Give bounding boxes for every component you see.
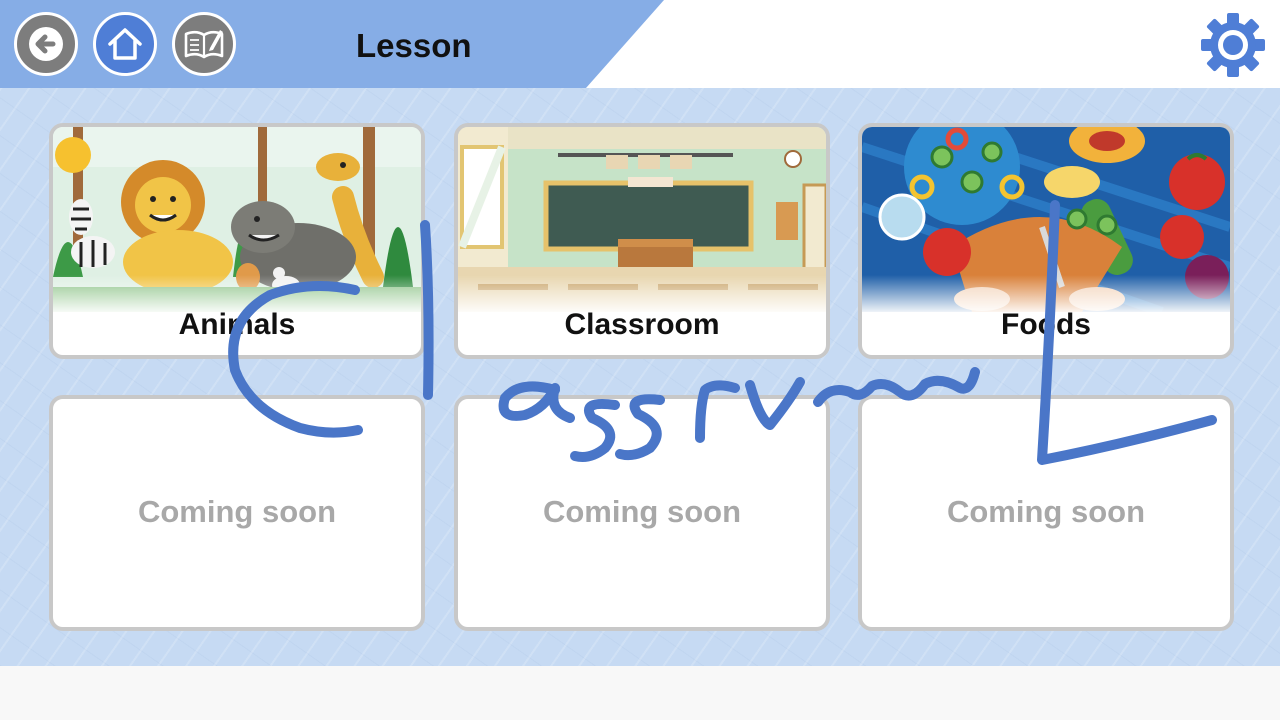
- coming-soon-label: Coming soon: [542, 494, 742, 529]
- lesson-card-label: Classroom: [564, 308, 720, 341]
- coming-soon-card: Coming soon: [858, 395, 1234, 631]
- book-pencil-icon: [184, 30, 224, 59]
- page-title: Lesson: [356, 27, 472, 64]
- coming-soon-label: Coming soon: [946, 494, 1146, 529]
- arrow-left-icon: [29, 27, 63, 61]
- home-icon: [108, 28, 142, 60]
- home-button[interactable]: [93, 12, 157, 76]
- coming-soon-card: Coming soon: [49, 395, 425, 631]
- back-button[interactable]: [14, 12, 78, 76]
- lesson-card-label: Animals: [178, 308, 296, 341]
- coming-soon-card: Coming soon: [454, 395, 830, 631]
- lesson-card-classroom[interactable]: Classroom: [454, 123, 830, 359]
- footer-bar: [0, 666, 1280, 720]
- coming-soon-label: Coming soon: [137, 494, 337, 529]
- lesson-card-animals[interactable]: Animals: [49, 123, 425, 359]
- notebook-button[interactable]: [172, 12, 236, 76]
- gear-icon: [1201, 13, 1265, 77]
- settings-button[interactable]: [1200, 12, 1266, 78]
- lesson-card-label: Foods: [1001, 308, 1091, 341]
- lesson-card-foods[interactable]: Foods: [858, 123, 1234, 359]
